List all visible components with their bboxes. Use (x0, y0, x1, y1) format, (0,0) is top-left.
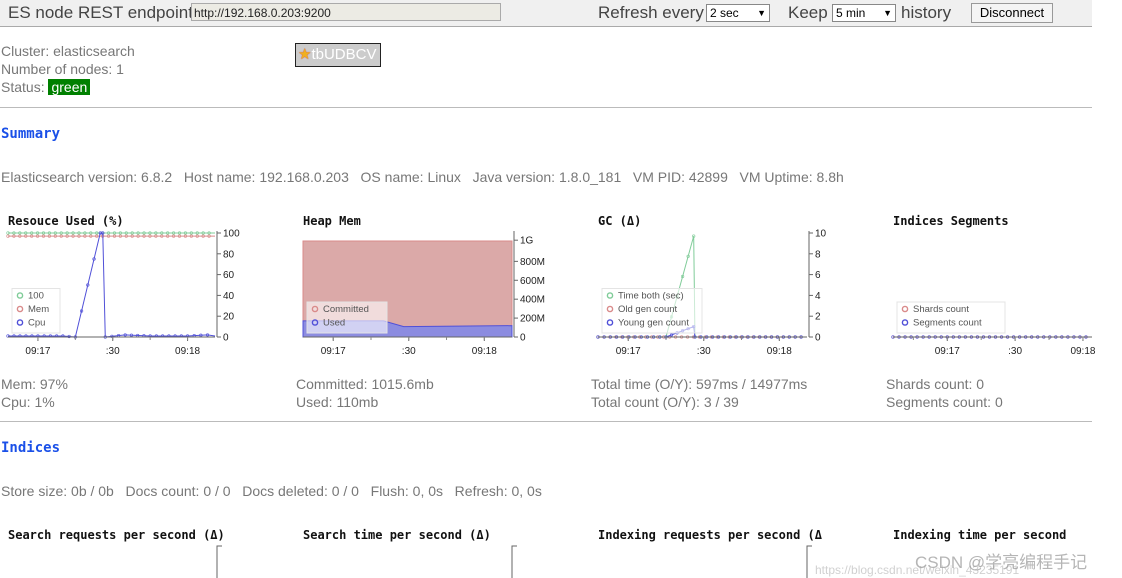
y-tick-label: 0 (520, 333, 526, 344)
endpoint-label: ES node REST endpoint (8, 3, 193, 22)
summary-heading: Summary (1, 126, 61, 142)
x-tick-label: 09:17 (935, 346, 960, 355)
gc-time-stat: Total time (O/Y): 597ms / 14977ms (591, 376, 808, 392)
top-bar: ES node REST endpoint http://192.168.0.2… (0, 0, 1092, 27)
refresh-select[interactable]: 2 sec ▼ (706, 4, 770, 22)
endpoint-input[interactable]: http://192.168.0.203:9200 (191, 3, 501, 21)
legend-item: Young gen count (618, 318, 689, 329)
gc-stats: Total time (O/Y): 597ms / 14977ms Total c… (591, 375, 807, 411)
y-tick-label: 80 (223, 249, 235, 260)
refresh-value: 2 sec (710, 6, 739, 20)
legend-item: Shards count (913, 304, 969, 315)
chart-1: 09:17 :30 09:18 0 200M 400M 600M 800M 1G Committe… (302, 231, 545, 355)
chevron-down-icon: ▼ (757, 8, 766, 18)
chevron-down-icon: ▼ (883, 8, 892, 18)
y-tick-label: 40 (223, 291, 235, 302)
chart-legend: Committed Used (306, 301, 388, 334)
x-tick-label: 09:18 (767, 346, 792, 355)
node-count: Number of nodes: 1 (1, 61, 124, 77)
legend-item: Committed (323, 304, 369, 315)
legend-item: Segments count (913, 318, 982, 329)
indices-heading: Indices (1, 440, 61, 456)
keep-value: 5 min (836, 6, 866, 20)
chart-legend: Time both (sec) Old gen count Young gen co… (601, 288, 703, 334)
y-tick-label: 400M (520, 295, 545, 306)
legend-item: Old gen count (618, 304, 678, 315)
legend-item: Cpu (28, 318, 45, 329)
used-stat: Used: 110mb (296, 394, 379, 410)
axis-line (216, 545, 812, 578)
chart-3: 09:17 :30 09:18 Shards count Segments count (891, 301, 1096, 355)
y-tick-label: 10 (815, 229, 827, 240)
keep-label: Keep (788, 3, 828, 22)
y-tick-label: 100 (223, 229, 240, 240)
node-button[interactable]: ★tbUDBCV (295, 43, 382, 67)
status-label: Status: (1, 79, 45, 95)
chart-legend: Shards count Segments count (896, 301, 1006, 334)
legend-item: Mem (28, 304, 49, 315)
disconnect-button[interactable]: Disconnect (971, 3, 1053, 23)
y-tick-label: 2 (815, 312, 821, 323)
y-tick-label: 200M (520, 314, 545, 325)
x-tick-label: 09:17 (25, 346, 50, 355)
divider (0, 107, 1092, 108)
x-tick-label: :30 (1008, 346, 1022, 355)
history-label: history (901, 3, 952, 22)
keep-select[interactable]: 5 min ▼ (832, 4, 896, 22)
y-tick-label: 0 (223, 333, 229, 344)
cluster-name: Cluster: elasticsearch (1, 43, 135, 59)
x-tick-label: :30 (697, 346, 711, 355)
star-medal-icon: ★ (298, 46, 312, 63)
y-tick-label: 600M (520, 276, 545, 287)
indices-info: Store size: 0b / 0b Docs count: 0 / 0 Do… (1, 483, 542, 499)
legend-item: 100 (28, 291, 44, 302)
x-tick-label: 09:18 (472, 346, 497, 355)
y-tick-label: 60 (223, 270, 235, 281)
x-tick-label: 09:18 (1070, 346, 1095, 355)
y-tick-label: 1G (520, 236, 534, 247)
segments-stat: Segments count: 0 (886, 394, 1003, 410)
resource-stats: Mem: 97% Cpu: 1% (1, 375, 68, 411)
y-tick-label: 4 (815, 291, 821, 302)
divider (0, 421, 1092, 422)
cpu-stat: Cpu: 1% (1, 394, 55, 410)
gc-count-stat: Total count (O/Y): 3 / 39 (591, 394, 739, 410)
legend-item: Time both (sec) (618, 291, 684, 302)
x-tick-label: 09:17 (616, 346, 641, 355)
shards-stat: Shards count: 0 (886, 376, 985, 392)
x-tick-label: :30 (402, 346, 416, 355)
x-tick-label: :30 (106, 346, 120, 355)
watermark-url: https://blog.csdn.net/weixin_43235191 (815, 563, 1020, 577)
mem-stat: Mem: 97% (1, 376, 68, 392)
x-tick-label: 09:17 (321, 346, 346, 355)
heap-stats: Committed: 1015.6mb Used: 110mb (296, 375, 434, 411)
y-tick-label: 20 (223, 312, 235, 323)
y-tick-label: 6 (815, 270, 821, 281)
y-tick-label: 800M (520, 257, 545, 268)
summary-info: Elasticsearch version: 6.8.2 Host name: … (1, 169, 844, 185)
committed-stat: Committed: 1015.6mb (296, 376, 434, 392)
chart-legend: 100 Mem Cpu (11, 288, 61, 334)
y-tick-label: 0 (815, 333, 821, 344)
status-badge: green (48, 79, 91, 95)
cluster-status: Status: green (1, 79, 91, 95)
chart-0: 09:17 :30 09:18 0 20 40 60 80 100 100 Mem Cpu (6, 229, 240, 355)
x-tick-label: 09:18 (175, 346, 200, 355)
y-tick-label: 8 (815, 249, 821, 260)
legend-item: Used (323, 318, 345, 329)
node-name: tbUDBCV (311, 46, 377, 63)
segments-stats: Shards count: 0 Segments count: 0 (886, 375, 1003, 411)
refresh-label: Refresh every (598, 3, 704, 22)
chart-2: 09:17 :30 09:18 0 2 4 6 8 10 Time both (sec) Old g… (596, 229, 827, 355)
